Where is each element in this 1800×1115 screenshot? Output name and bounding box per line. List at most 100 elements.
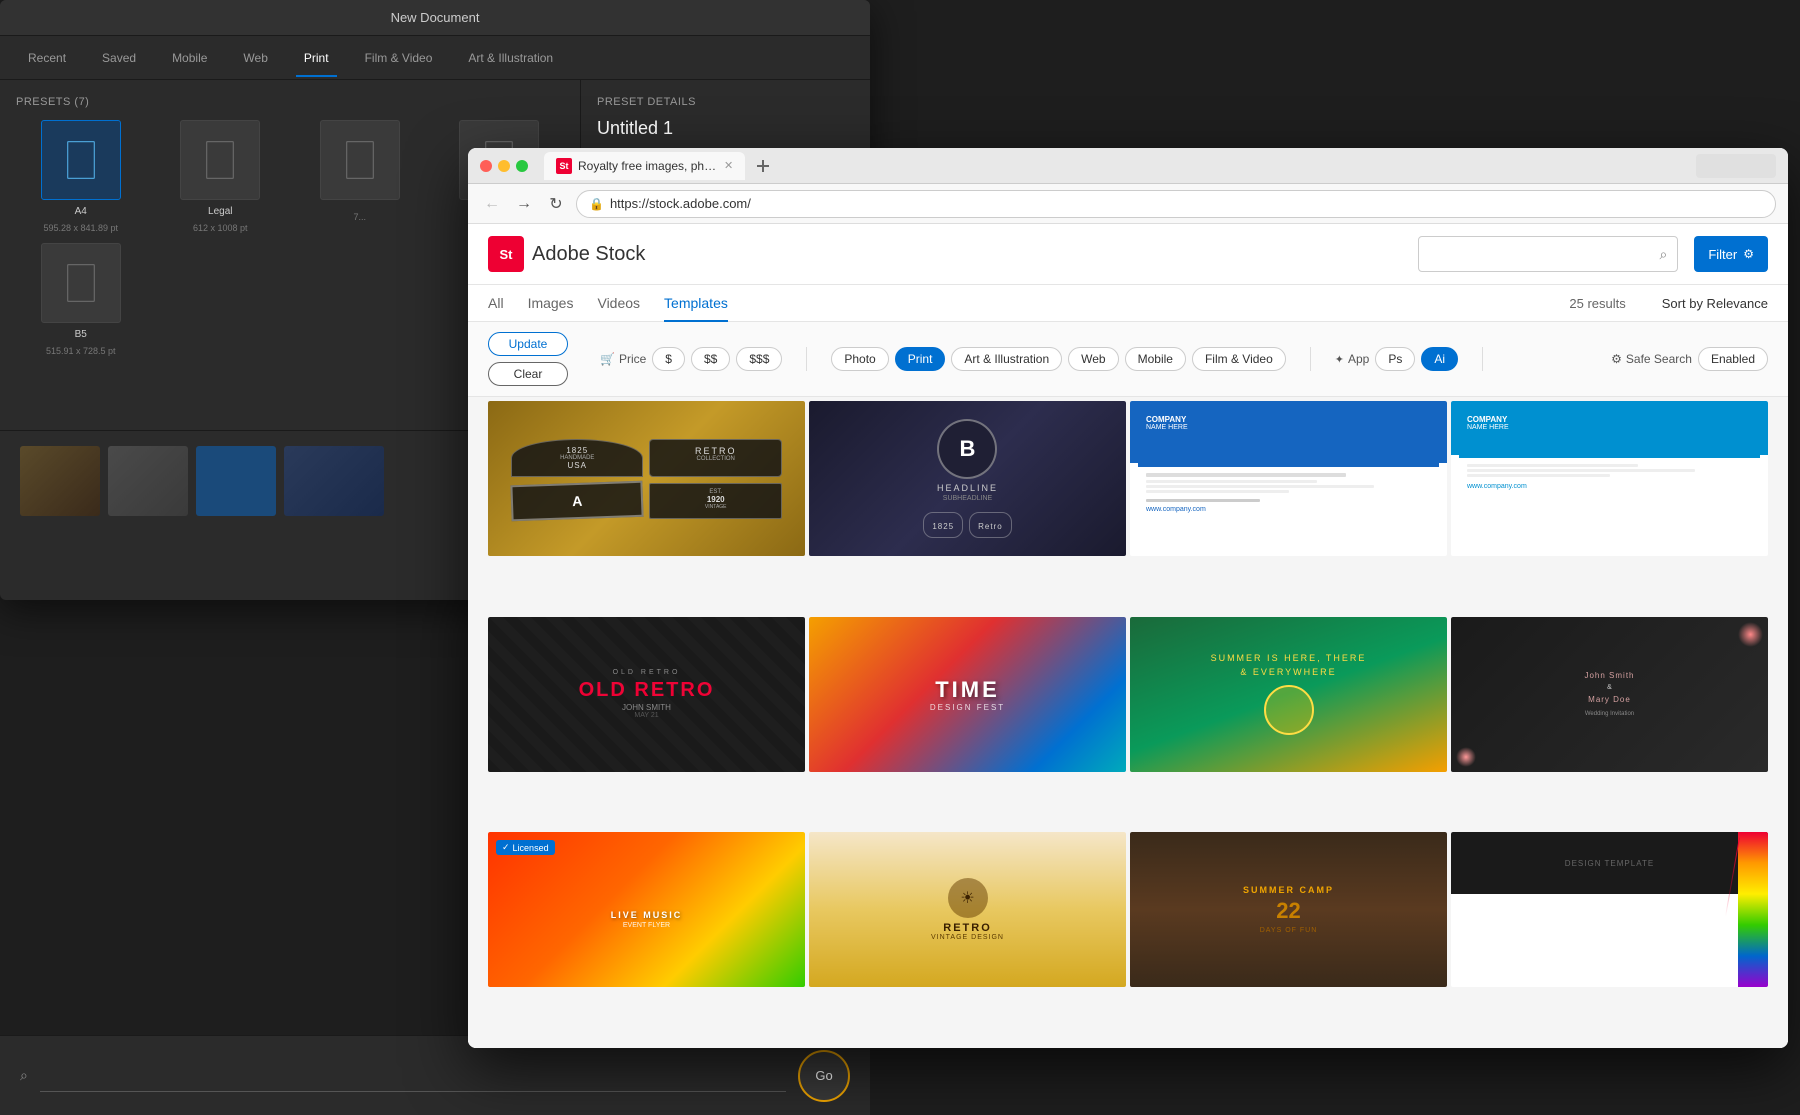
- grid-image-3: COMPANY NAME HERE www.company.com: [1130, 401, 1447, 556]
- gear-icon: ⚙: [1611, 352, 1622, 366]
- divider-2: [1310, 347, 1311, 371]
- format-chip-art[interactable]: Art & Illustration: [951, 347, 1062, 371]
- maximize-button[interactable]: [516, 160, 528, 172]
- tab-title-text: Royalty free images, photos, a: [578, 159, 718, 173]
- check-icon: ✓: [502, 842, 510, 853]
- minimize-button[interactable]: [498, 160, 510, 172]
- tab-print[interactable]: Print: [296, 47, 337, 69]
- close-button[interactable]: [480, 160, 492, 172]
- tab-bar: St Royalty free images, photos, a ✕: [544, 152, 1684, 180]
- cart-icon: 🛒: [600, 352, 615, 366]
- price-chips: $ $$ $$$: [652, 347, 782, 371]
- stock-logo-icon: St: [488, 236, 524, 272]
- app-filter-section: ✦ App Ps Ai: [1335, 347, 1458, 371]
- grid-item-5[interactable]: OLD RETRO OLD RETRO JOHN SMITH MAY 21: [488, 617, 805, 829]
- tab-all[interactable]: All: [488, 285, 504, 321]
- filter-button[interactable]: Filter ⚙: [1694, 236, 1768, 272]
- app-label: ✦ App: [1335, 352, 1370, 366]
- grid-item-8[interactable]: John Smith & Mary Doe Wedding Invitation: [1451, 617, 1768, 829]
- grid-item-12[interactable]: DESIGN TEMPLATE: [1451, 832, 1768, 1044]
- preset-item-3[interactable]: 7...: [295, 120, 425, 233]
- preset-size-b5: 515.91 x 728.5 pt: [46, 346, 116, 356]
- preset-thumb-selected: [41, 120, 121, 200]
- bg-search-input[interactable]: [40, 1060, 786, 1092]
- search-icon-bg: ⌕: [20, 1067, 28, 1084]
- thumb-3[interactable]: [196, 446, 276, 516]
- price-chip-1[interactable]: $: [652, 347, 685, 371]
- format-chip-film[interactable]: Film & Video: [1192, 347, 1286, 371]
- filter-label: Filter: [1708, 247, 1737, 262]
- tab-placeholder: [1696, 154, 1776, 178]
- safe-search-enabled-chip[interactable]: Enabled: [1698, 347, 1768, 371]
- grid-image-1: 1825 HANDMADE USA RETRO COLLECTION A: [488, 401, 805, 556]
- tab-film-video[interactable]: Film & Video: [357, 47, 441, 69]
- safe-search-section: ⚙ Safe Search Enabled: [1611, 347, 1768, 371]
- grid-item-6[interactable]: TIME DESIGN FEST: [809, 617, 1126, 829]
- tab-web[interactable]: Web: [235, 47, 275, 69]
- preset-item-legal[interactable]: Legal 612 x 1008 pt: [156, 120, 286, 233]
- thumb-4[interactable]: [284, 446, 384, 516]
- tab-close-button[interactable]: ✕: [724, 159, 733, 172]
- grid-item-4[interactable]: COMPANY NAME HERE www.company.com: [1451, 401, 1768, 613]
- tab-mobile[interactable]: Mobile: [164, 47, 215, 69]
- update-button[interactable]: Update: [488, 332, 568, 356]
- filter-icon: ⚙: [1743, 247, 1754, 261]
- price-label: 🛒 Price: [600, 352, 646, 366]
- tab-art[interactable]: Art & Illustration: [460, 47, 561, 69]
- divider-3: [1482, 347, 1483, 371]
- thumb-2[interactable]: [108, 446, 188, 516]
- tab-images[interactable]: Images: [528, 285, 574, 321]
- grid-image-4: COMPANY NAME HERE www.company.com: [1451, 401, 1768, 556]
- sort-button[interactable]: Sort by Relevance: [1662, 286, 1768, 321]
- grid-item-9[interactable]: ✓ Licensed LIVE MUSIC EVENT FLYER: [488, 832, 805, 1044]
- divider-1: [806, 347, 807, 371]
- price-chip-3[interactable]: $$$: [736, 347, 782, 371]
- grid-image-5: OLD RETRO OLD RETRO JOHN SMITH MAY 21: [488, 617, 805, 772]
- preset-item-b5[interactable]: B5 515.91 x 728.5 pt: [16, 243, 146, 356]
- refresh-button[interactable]: ↻: [544, 192, 568, 216]
- clear-button[interactable]: Clear: [488, 362, 568, 386]
- dialog-title: New Document: [391, 10, 480, 25]
- ssl-lock-icon: 🔒: [589, 197, 604, 211]
- grid-image-12: DESIGN TEMPLATE: [1451, 832, 1768, 987]
- filter-action-buttons: Update Clear: [488, 332, 568, 386]
- address-bar[interactable]: 🔒 https://stock.adobe.com/: [576, 190, 1776, 218]
- format-chip-mobile[interactable]: Mobile: [1125, 347, 1186, 371]
- results-count: 25 results: [1569, 296, 1625, 311]
- preset-name-b5: B5: [75, 329, 87, 340]
- forward-button[interactable]: →: [512, 192, 536, 216]
- stock-search-bar[interactable]: ⌕: [1418, 236, 1678, 272]
- stock-search-input[interactable]: [1429, 247, 1659, 262]
- preset-size-3: 7...: [353, 212, 366, 222]
- grid-item-2[interactable]: B HEADLINE SUBHEADLINE 1825 Retro: [809, 401, 1126, 613]
- thumb-1[interactable]: [20, 446, 100, 516]
- back-button[interactable]: ←: [480, 192, 504, 216]
- app-chip-ps[interactable]: Ps: [1375, 347, 1415, 371]
- grid-item-10[interactable]: ☀ RETRO VINTAGE DESIGN: [809, 832, 1126, 1044]
- price-filter-section: 🛒 Price $ $$ $$$: [600, 347, 782, 371]
- browser-nav: ← → ↻ 🔒 https://stock.adobe.com/: [468, 184, 1788, 224]
- go-button[interactable]: Go: [798, 1050, 850, 1102]
- format-chip-web[interactable]: Web: [1068, 347, 1118, 371]
- price-chip-2[interactable]: $$: [691, 347, 730, 371]
- tab-videos[interactable]: Videos: [597, 285, 640, 321]
- grid-item-7[interactable]: SUMMER IS HERE, THERE & EVERYWHERE: [1130, 617, 1447, 829]
- format-chips: Photo Print Art & Illustration Web Mobil…: [831, 347, 1285, 371]
- active-browser-tab[interactable]: St Royalty free images, photos, a ✕: [544, 152, 745, 180]
- format-chip-photo[interactable]: Photo: [831, 347, 888, 371]
- preset-item-selected[interactable]: A4 595.28 x 841.89 pt: [16, 120, 146, 233]
- grid-item-1[interactable]: 1825 HANDMADE USA RETRO COLLECTION A: [488, 401, 805, 613]
- new-tab-button[interactable]: [749, 152, 777, 180]
- grid-item-3[interactable]: COMPANY NAME HERE www.company.com: [1130, 401, 1447, 613]
- grid-item-11[interactable]: SUMMER CAMP 22 DAYS OF FUN: [1130, 832, 1447, 1044]
- preset-name-legal: Legal: [208, 206, 232, 217]
- tab-templates[interactable]: Templates: [664, 285, 728, 321]
- tab-saved[interactable]: Saved: [94, 47, 144, 69]
- app-chip-ai[interactable]: Ai: [1421, 347, 1458, 371]
- preset-thumb-b5: [41, 243, 121, 323]
- tab-recent[interactable]: Recent: [20, 47, 74, 69]
- preset-details-title: Untitled 1: [597, 118, 854, 139]
- format-chip-print[interactable]: Print: [895, 347, 946, 371]
- preset-size-legal: 612 x 1008 pt: [193, 223, 248, 233]
- stock-header: St Adobe Stock ⌕ Filter ⚙: [468, 224, 1788, 285]
